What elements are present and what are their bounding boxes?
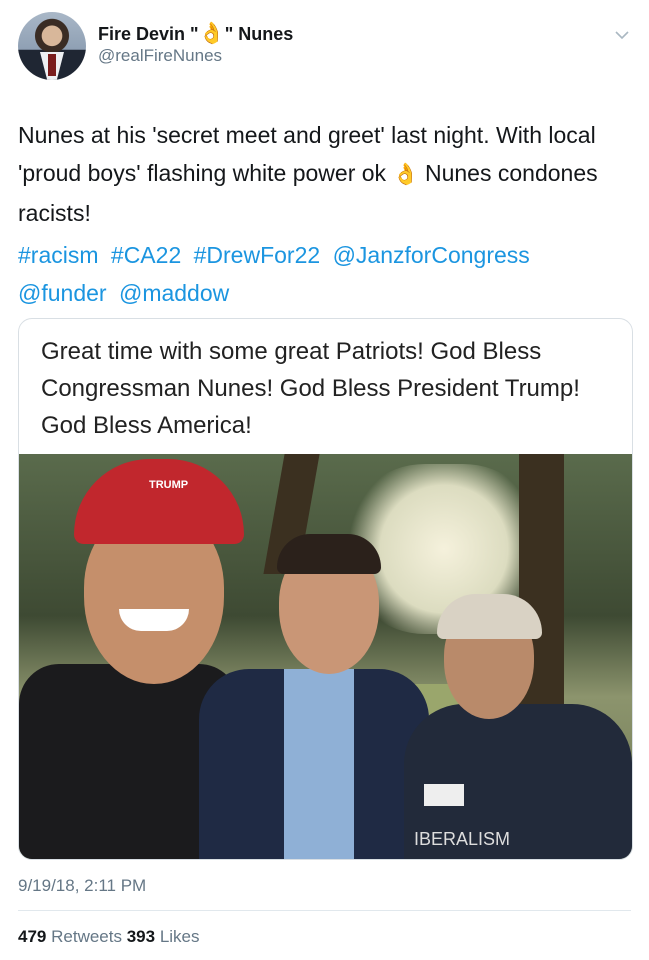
ok-hand-emoji-icon: 👌 bbox=[198, 22, 225, 45]
hashtag-link[interactable]: #DrewFor22 bbox=[194, 242, 321, 268]
likes-count[interactable]: 393 bbox=[127, 927, 155, 946]
tweet-header: Fire Devin "👌" Nunes @realFireNunes bbox=[18, 12, 631, 82]
photo[interactable]: TRUMP IBERALISM bbox=[19, 454, 632, 859]
tweet-links: #racism #CA22 #DrewFor22 @JanzforCongres… bbox=[18, 236, 618, 312]
card-caption: Great time with some great Patriots! God… bbox=[41, 338, 580, 439]
hashtag-link[interactable]: #racism bbox=[18, 242, 99, 268]
author-name-part1: Fire Devin " bbox=[98, 24, 199, 44]
chevron-down-icon[interactable] bbox=[613, 28, 631, 42]
mention-link[interactable]: @funder bbox=[18, 280, 107, 306]
media-card[interactable]: Great time with some great Patriots! God… bbox=[18, 318, 633, 860]
tweet-stats: 479 Retweets 393 Likes bbox=[18, 927, 200, 947]
photo-person-center bbox=[199, 534, 429, 859]
author-name-part2: " Nunes bbox=[224, 24, 294, 44]
author-name[interactable]: Fire Devin "👌" Nunes bbox=[98, 22, 293, 46]
author-handle[interactable]: @realFireNunes bbox=[98, 46, 222, 66]
tweet-timestamp[interactable]: 9/19/18, 2:11 PM bbox=[18, 876, 146, 896]
avatar[interactable] bbox=[18, 12, 86, 80]
divider bbox=[18, 910, 631, 911]
ok-hand-emoji-icon: 👌 bbox=[392, 163, 419, 186]
hashtag-link[interactable]: #CA22 bbox=[111, 242, 181, 268]
retweets-label[interactable]: Retweets bbox=[51, 927, 122, 946]
photo-person-right: IBERALISM bbox=[404, 594, 632, 859]
likes-label[interactable]: Likes bbox=[160, 927, 200, 946]
avatar-tie bbox=[48, 54, 56, 76]
mention-link[interactable]: @maddow bbox=[119, 280, 229, 306]
tweet-text: Nunes at his 'secret meet and greet' las… bbox=[18, 116, 618, 232]
retweets-count[interactable]: 479 bbox=[18, 927, 46, 946]
mention-link[interactable]: @JanzforCongress bbox=[333, 242, 530, 268]
